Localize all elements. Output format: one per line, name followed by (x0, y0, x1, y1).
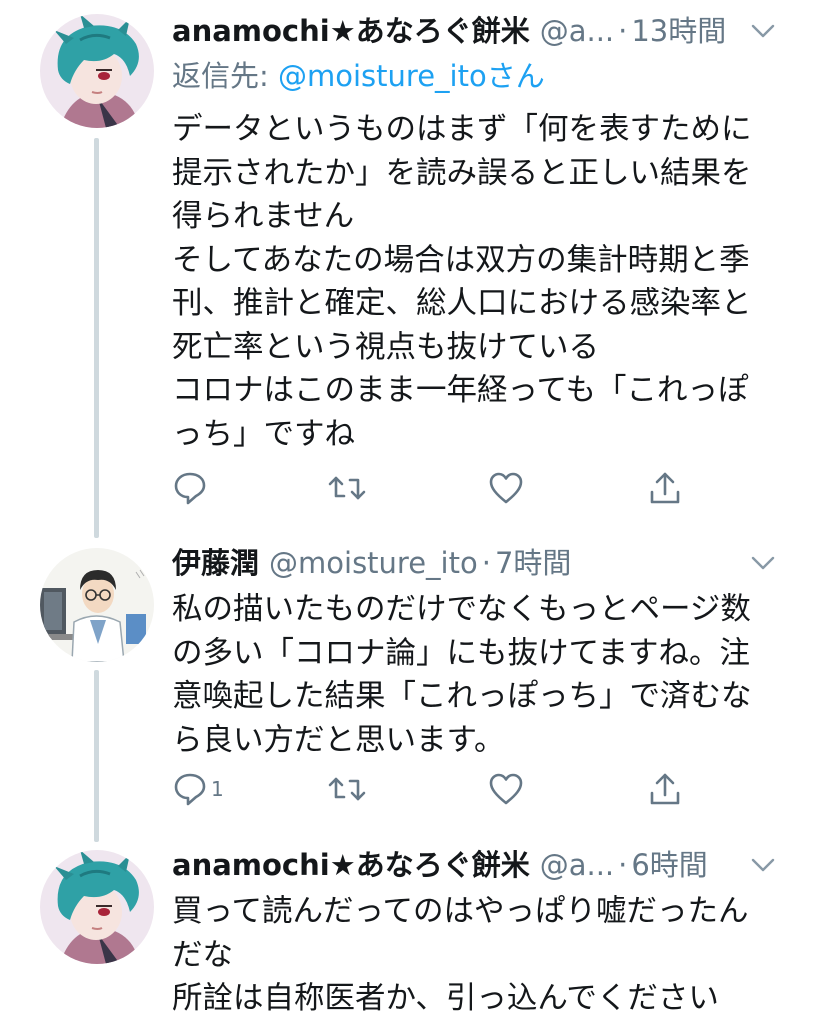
retweet-icon (328, 777, 366, 801)
share-icon (650, 773, 680, 805)
display-name[interactable]: anamochi★あなろぐ餅米 (172, 8, 530, 54)
tweet-header: 伊藤潤 @moisture_ito · 7時間 (172, 540, 776, 586)
separator-dot: · (618, 14, 628, 48)
tweet-actions: 1 (172, 769, 692, 809)
heart-icon (489, 472, 523, 504)
tweet-text: データというものはまず「何を表すために提示されたか」を読み誤ると正しい結果を得ら… (172, 112, 752, 452)
chevron-down-icon[interactable] (750, 857, 776, 873)
separator-dot: · (618, 848, 628, 882)
reply-button[interactable] (172, 468, 211, 508)
tweet-text: 買って読んだってのはやっぱり嘘だったんだな 所詮は自称医者か、引っ込んでください (172, 894, 749, 1016)
retweet-button[interactable] (328, 769, 366, 809)
timestamp[interactable]: 7時間 (495, 540, 571, 586)
retweet-icon (328, 476, 366, 500)
reply-icon (174, 472, 206, 505)
timestamp[interactable]: 6時間 (631, 842, 707, 888)
doctor-avatar-icon (40, 548, 154, 662)
reply-to-mention[interactable]: @moisture_itoさん (278, 59, 545, 93)
share-button[interactable] (648, 468, 682, 508)
thread-connector (94, 138, 99, 538)
reply-button[interactable]: 1 (172, 769, 224, 809)
like-button[interactable] (488, 468, 524, 508)
anime-avatar-icon (40, 850, 154, 964)
like-button[interactable] (488, 769, 524, 809)
user-handle[interactable]: @a... (540, 8, 614, 54)
user-handle[interactable]: @moisture_ito (269, 540, 478, 586)
heart-icon (489, 773, 523, 805)
tweet-content: 伊藤潤 @moisture_ito · 7時間 私の描いたものだけでなくもっとペ… (172, 540, 776, 762)
display-name[interactable]: 伊藤潤 (172, 540, 259, 586)
reply-count: 1 (211, 777, 224, 801)
separator-dot: · (481, 546, 491, 580)
thread-connector (94, 670, 99, 842)
anime-avatar-icon (40, 14, 154, 128)
user-handle[interactable]: @a... (540, 842, 614, 888)
chevron-down-icon[interactable] (750, 23, 776, 39)
reply-to-prefix: 返信先: (172, 59, 278, 93)
avatar[interactable] (40, 14, 154, 128)
tweet-content: anamochi★あなろぐ餅米 @a... · 13時間 返信先: @moist… (172, 8, 776, 456)
tweet-header: anamochi★あなろぐ餅米 @a... · 13時間 (172, 8, 776, 54)
display-name[interactable]: anamochi★あなろぐ餅米 (172, 842, 530, 888)
chevron-down-icon[interactable] (750, 555, 776, 571)
avatar[interactable] (40, 850, 154, 964)
share-icon (650, 472, 680, 504)
avatar[interactable] (40, 548, 154, 662)
tweet-content: anamochi★あなろぐ餅米 @a... · 6時間 買って読んだってのはやっ… (172, 842, 776, 1021)
share-button[interactable] (648, 769, 682, 809)
reply-to-line: 返信先: @moisture_itoさん (172, 54, 776, 98)
tweet-actions (172, 468, 692, 508)
timestamp[interactable]: 13時間 (631, 8, 726, 54)
reply-icon (174, 773, 206, 806)
tweet-text: 私の描いたものだけでなくもっとページ数の多い「コロナ論」にも抜けてますね。注意喚… (172, 592, 752, 758)
tweet-header: anamochi★あなろぐ餅米 @a... · 6時間 (172, 842, 776, 888)
retweet-button[interactable] (328, 468, 366, 508)
tweet-thread: anamochi★あなろぐ餅米 @a... · 13時間 返信先: @moist… (0, 0, 816, 1024)
